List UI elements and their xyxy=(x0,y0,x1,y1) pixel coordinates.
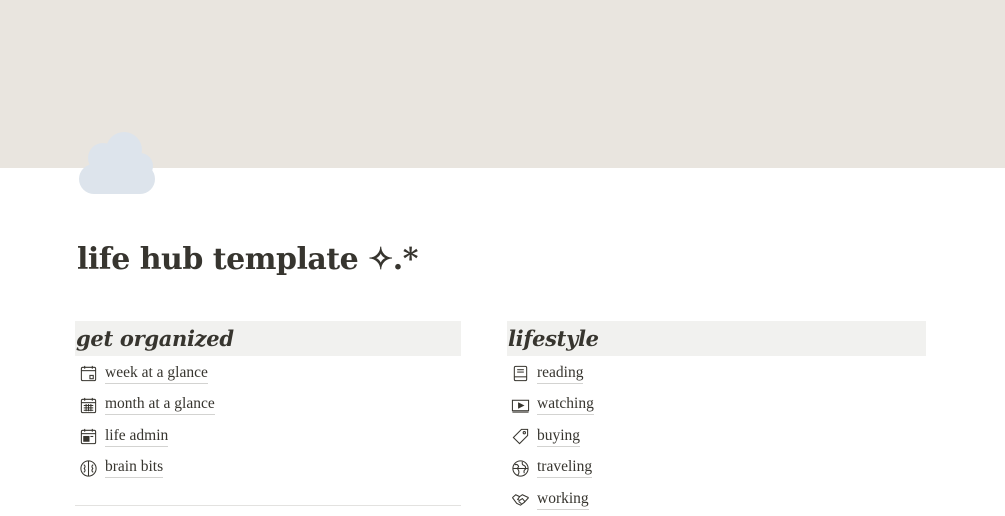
section-title: get organized xyxy=(76,326,234,351)
page-link-life-admin[interactable]: life admin xyxy=(75,421,461,453)
page-link-label[interactable]: traveling xyxy=(537,458,593,479)
section-title: lifestyle xyxy=(508,326,599,351)
page-link-traveling[interactable]: traveling xyxy=(507,453,926,485)
divider xyxy=(75,505,461,506)
cloud-icon[interactable] xyxy=(76,128,158,196)
page-link-watching[interactable]: watching xyxy=(507,390,926,422)
page-link-buying[interactable]: buying xyxy=(507,421,926,453)
section-header-lifestyle: lifestyle xyxy=(507,321,926,356)
globe-icon xyxy=(510,458,530,478)
calendar-icon xyxy=(78,364,98,384)
page-link-label[interactable]: brain bits xyxy=(105,458,164,479)
calendar-block-icon xyxy=(78,427,98,447)
page-link-brain-bits[interactable]: brain bits xyxy=(75,453,461,485)
page-link-working[interactable]: working xyxy=(507,484,926,516)
page-link-label[interactable]: reading xyxy=(537,364,584,384)
page-link-label[interactable]: buying xyxy=(537,427,581,447)
book-icon xyxy=(510,364,530,384)
lifestyle-column: lifestyle reading watching buying travel… xyxy=(507,321,926,516)
link-list: week at a glance month at a glance life … xyxy=(75,358,461,484)
page-link-week-at-a-glance[interactable]: week at a glance xyxy=(75,358,461,390)
section-header-get-organized: get organized xyxy=(75,321,461,356)
calendar-month-icon xyxy=(78,395,98,415)
page-link-label[interactable]: month at a glance xyxy=(105,395,215,416)
page-link-label[interactable]: life admin xyxy=(105,427,169,447)
page-link-label[interactable]: watching xyxy=(537,395,594,416)
page-link-label[interactable]: week at a glance xyxy=(105,364,208,384)
tag-icon xyxy=(510,427,530,447)
page-title[interactable]: life hub template ✧.* xyxy=(77,238,418,282)
page-link-reading[interactable]: reading xyxy=(507,358,926,390)
page-link-month-at-a-glance[interactable]: month at a glance xyxy=(75,390,461,422)
brain-icon xyxy=(78,458,98,478)
get-organized-column: get organized week at a glance month at … xyxy=(75,321,461,484)
video-icon xyxy=(510,395,530,415)
link-list: reading watching buying traveling workin… xyxy=(507,358,926,516)
